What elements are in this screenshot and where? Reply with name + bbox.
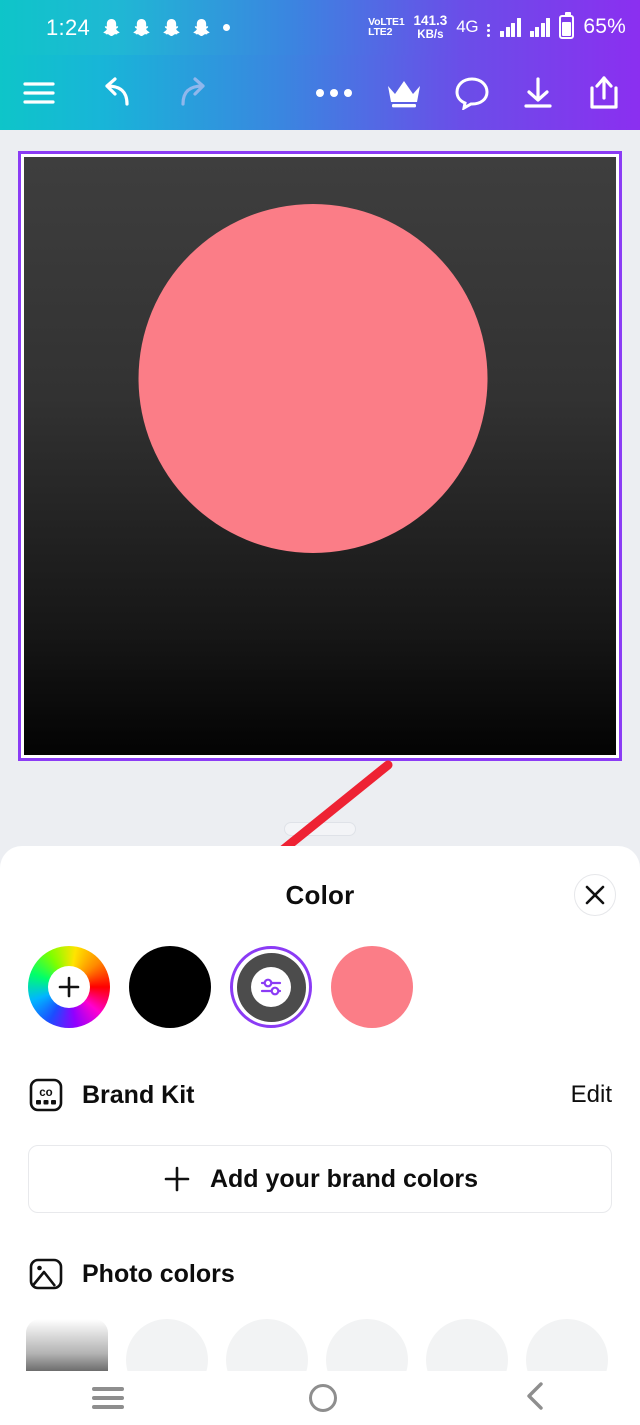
brand-kit-edit-button[interactable]: Edit [571, 1081, 612, 1109]
network-speed-indicator: 141.3 KB/s [413, 13, 448, 41]
photo-icon [29, 1258, 63, 1290]
sim1-activity-icon [487, 18, 491, 37]
status-bar-right: VoLTE1 LTE2 141.3 KB/s 4G 65% [368, 12, 626, 41]
share-icon[interactable] [586, 75, 622, 111]
snapchat-ghost-icon [103, 19, 120, 36]
snapchat-ghost-icon [193, 19, 210, 36]
status-time: 1:24 [46, 14, 91, 40]
snapchat-ghost-icon [163, 19, 180, 36]
sliders-icon [260, 978, 282, 996]
plus-icon [58, 976, 80, 998]
svg-text:co: co [39, 1087, 52, 1099]
snapchat-ghost-icon [133, 19, 150, 36]
notification-dot-icon [223, 24, 231, 31]
menu-icon[interactable] [22, 80, 56, 106]
pink-color-swatch[interactable] [331, 946, 413, 1028]
photo-colors-row: Photo colors [0, 1251, 640, 1297]
crown-pro-icon[interactable] [384, 77, 424, 109]
comment-icon[interactable] [454, 76, 490, 110]
sheet-header: Color [0, 846, 640, 944]
color-swatch-row [0, 946, 640, 1028]
back-icon[interactable] [522, 1380, 548, 1417]
brand-kit-row[interactable]: co Brand Kit Edit [0, 1072, 640, 1118]
signal-bars-sim2-icon [529, 17, 551, 37]
brand-kit-icon: co [29, 1078, 63, 1112]
plus-icon [164, 1166, 190, 1192]
close-icon[interactable] [574, 874, 616, 916]
recents-icon[interactable] [92, 1387, 125, 1409]
toolbar-left-group [0, 76, 216, 110]
black-color-swatch[interactable] [129, 946, 211, 1028]
volte-indicator: VoLTE1 LTE2 [368, 17, 405, 39]
page-title: Color [285, 879, 355, 910]
brand-kit-label: Brand Kit [82, 1080, 195, 1109]
battery-percent: 65% [583, 15, 626, 39]
gradient-editor-swatch[interactable] [230, 946, 312, 1028]
battery-icon [559, 12, 575, 40]
android-nav-bar [0, 1371, 640, 1425]
redo-icon[interactable] [174, 76, 216, 110]
network-type-label: 4G [456, 17, 479, 37]
volte-line-2: LTE2 [368, 26, 393, 39]
color-bottom-sheet: Color co Brand Kit Edit Add your brand c… [0, 846, 640, 1401]
add-brand-colors-label: Add your brand colors [209, 1164, 479, 1193]
undo-icon[interactable] [94, 76, 136, 110]
toolbar-right-group [314, 75, 640, 111]
add-brand-colors-button[interactable]: Add your brand colors [28, 1145, 612, 1213]
design-canvas-selection[interactable] [18, 151, 622, 761]
gradient-swatch-inner [236, 952, 306, 1022]
color-wheel-swatch[interactable] [28, 946, 110, 1028]
sliders-icon-badge [251, 967, 291, 1007]
design-canvas[interactable] [24, 157, 616, 755]
sheet-drag-handle[interactable] [284, 822, 356, 836]
photo-colors-label: Photo colors [82, 1259, 235, 1288]
signal-bars-sim1-icon [500, 17, 521, 37]
circle-shape[interactable] [138, 204, 488, 553]
network-speed-value: 141.3 [413, 13, 448, 29]
editor-toolbar [0, 55, 640, 130]
app-root: 1:24 VoLTE1 LTE2 141.3 KB/s 4G 65% Color… [0, 0, 640, 1425]
download-icon[interactable] [520, 76, 556, 110]
more-options-icon[interactable] [314, 86, 354, 100]
network-speed-unit: KB/s [417, 28, 444, 41]
status-bar-left: 1:24 [46, 14, 231, 41]
status-bar: 1:24 VoLTE1 LTE2 141.3 KB/s 4G 65% [0, 0, 640, 55]
home-icon[interactable] [308, 1384, 337, 1412]
